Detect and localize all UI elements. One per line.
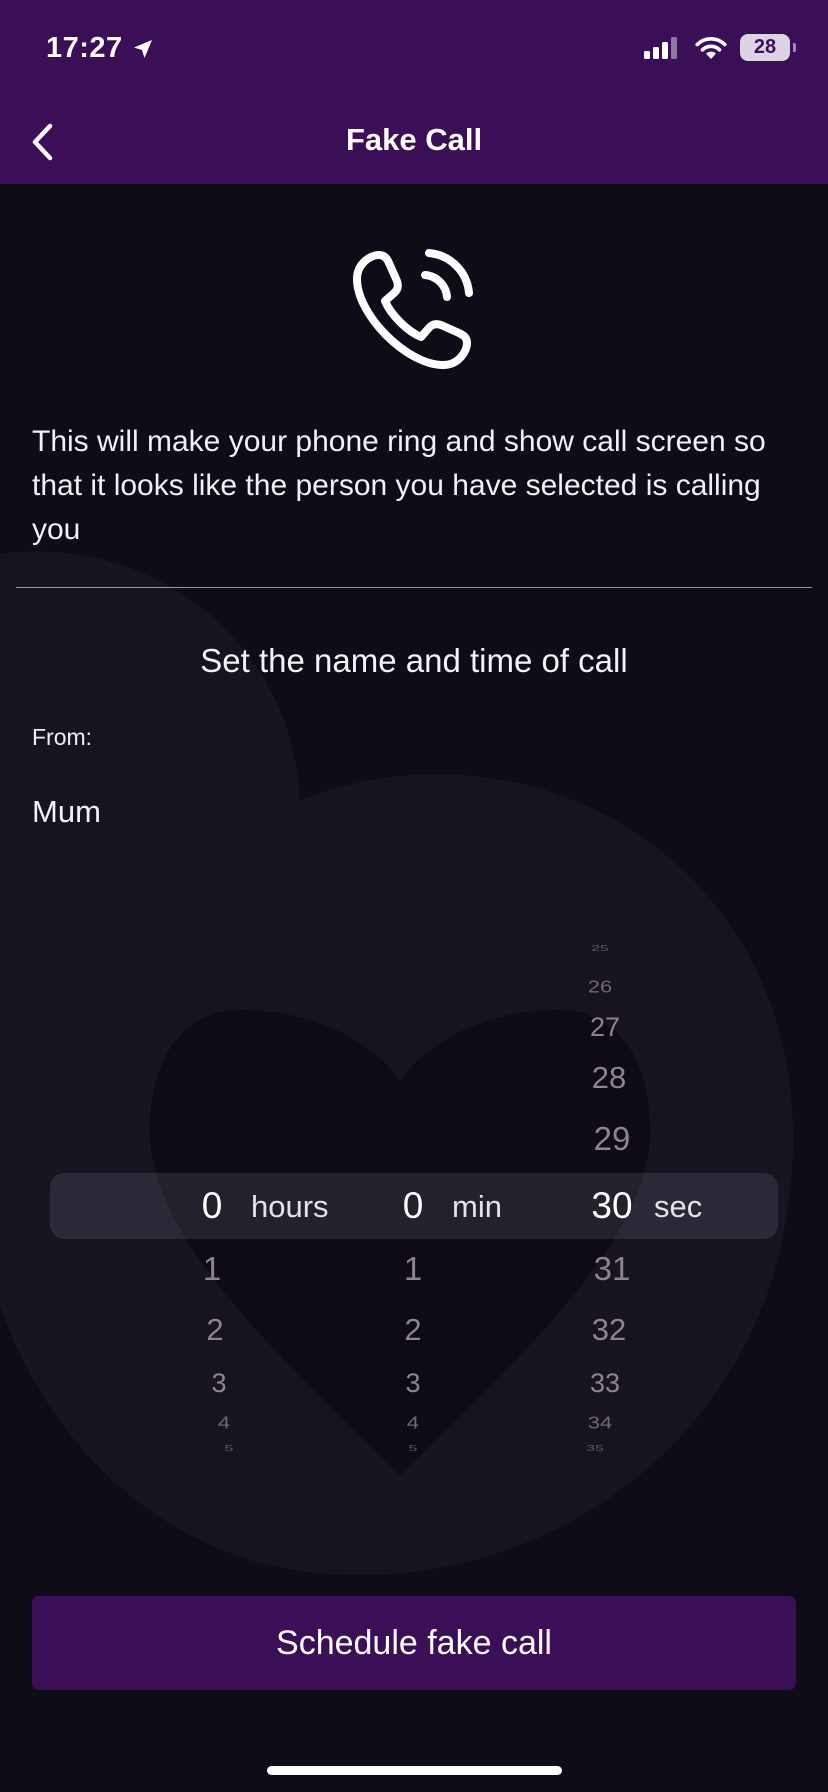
description-text: This will make your phone ring and show … bbox=[32, 425, 766, 546]
seconds-option[interactable]: 34 bbox=[588, 1413, 612, 1434]
phone-ringing-icon bbox=[353, 249, 473, 369]
status-bar-time: 17:27 bbox=[46, 32, 155, 65]
status-bar-indicators: 28 bbox=[644, 34, 796, 61]
hours-option[interactable]: 1 bbox=[203, 1250, 221, 1288]
minutes-unit-label: min bbox=[452, 1189, 502, 1224]
seconds-option[interactable]: 35 bbox=[586, 1445, 604, 1454]
seconds-option[interactable]: 28 bbox=[592, 1060, 626, 1096]
location-arrow-icon bbox=[133, 39, 152, 58]
divider bbox=[16, 587, 812, 588]
time-picker[interactable]: 25 26 27 28 29 0 hours 0 min 30 sec 1 2 … bbox=[0, 940, 828, 1470]
minutes-option[interactable]: 1 bbox=[404, 1250, 422, 1288]
seconds-selected-value[interactable]: 30 bbox=[591, 1185, 632, 1227]
battery-level: 28 bbox=[753, 36, 777, 58]
from-label: From: bbox=[32, 724, 93, 750]
minutes-option[interactable]: 4 bbox=[407, 1413, 419, 1434]
minutes-option[interactable]: 2 bbox=[404, 1312, 421, 1348]
schedule-button-label: Schedule fake call bbox=[276, 1623, 552, 1662]
seconds-option[interactable]: 27 bbox=[590, 1012, 620, 1043]
seconds-option[interactable]: 26 bbox=[588, 977, 612, 998]
wifi-icon bbox=[695, 36, 727, 59]
clock-text: 17:27 bbox=[46, 32, 123, 64]
hours-option[interactable]: 4 bbox=[218, 1413, 230, 1434]
hours-selected-value[interactable]: 0 bbox=[202, 1185, 223, 1227]
home-indicator[interactable] bbox=[267, 1766, 562, 1775]
battery-icon: 28 bbox=[740, 34, 796, 61]
seconds-option[interactable]: 33 bbox=[590, 1368, 620, 1399]
seconds-option[interactable]: 29 bbox=[594, 1120, 631, 1158]
seconds-option[interactable]: 31 bbox=[594, 1250, 631, 1288]
seconds-option[interactable]: 25 bbox=[591, 945, 609, 954]
hours-option[interactable]: 5 bbox=[225, 1445, 234, 1454]
minutes-option[interactable]: 3 bbox=[405, 1368, 420, 1399]
hours-unit-label: hours bbox=[251, 1189, 329, 1224]
schedule-fake-call-button[interactable]: Schedule fake call bbox=[32, 1596, 796, 1690]
fake-call-screen: 17:27 28 Fake Call This will make your p… bbox=[0, 0, 828, 1792]
caller-name-input[interactable] bbox=[32, 790, 792, 834]
seconds-unit-label: sec bbox=[654, 1189, 703, 1224]
hours-option[interactable]: 3 bbox=[211, 1368, 226, 1399]
header-bar: 17:27 28 Fake Call bbox=[0, 0, 828, 184]
minutes-selected-value[interactable]: 0 bbox=[403, 1185, 424, 1227]
signal-icon bbox=[644, 36, 677, 59]
section-title: Set the name and time of call bbox=[200, 642, 628, 679]
hours-option[interactable]: 2 bbox=[206, 1312, 223, 1348]
page-title: Fake Call bbox=[345, 122, 483, 157]
minutes-option[interactable]: 5 bbox=[409, 1445, 418, 1454]
seconds-option[interactable]: 32 bbox=[592, 1312, 626, 1348]
